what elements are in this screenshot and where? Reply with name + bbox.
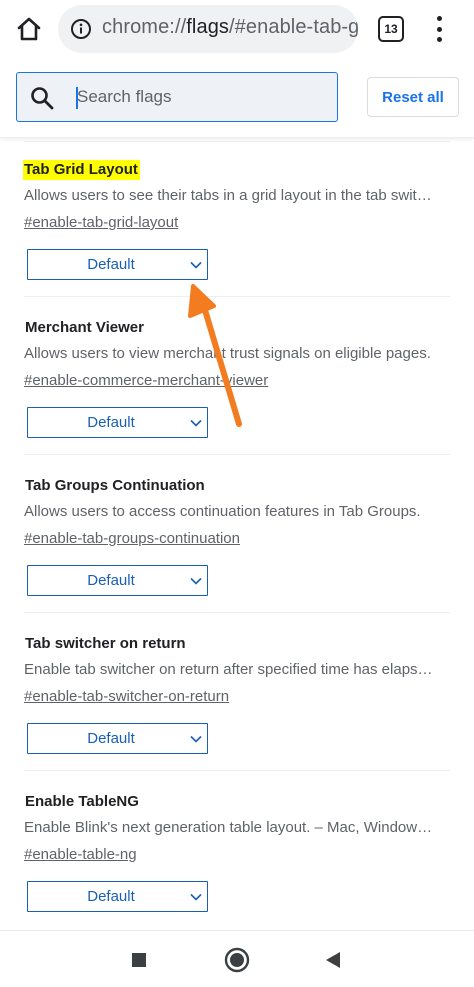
chevron-down-icon [190, 893, 202, 901]
flag-description: Allows users to see their tabs in a grid… [24, 187, 436, 204]
recents-square-icon [132, 953, 146, 967]
home-circle-icon [224, 947, 250, 973]
select-value: Default [87, 572, 135, 589]
flag-state-select[interactable]: Default [27, 249, 208, 280]
flag-title: Tab Grid Layout [23, 160, 140, 180]
flag-description: Allows users to view merchant trust sign… [24, 345, 431, 362]
chevron-down-icon [190, 577, 202, 585]
search-box[interactable] [16, 72, 338, 122]
back-nav-button[interactable] [318, 945, 348, 975]
url-path: /#enable-tab-g [229, 16, 358, 38]
flag-title: Tab switcher on return [25, 635, 186, 652]
flag-permalink[interactable]: #enable-table-ng [24, 846, 137, 863]
menu-dot-icon [436, 16, 442, 21]
flag-enable-tableng: Enable TableNG Enable Blink's next gener… [0, 771, 474, 929]
select-value: Default [87, 730, 135, 747]
chevron-down-icon [190, 419, 202, 427]
menu-dot-icon [436, 26, 442, 32]
flag-state-select[interactable]: Default [27, 565, 208, 596]
flag-description: Allows users to access continuation feat… [24, 503, 421, 520]
flag-title: Tab Groups Continuation [25, 477, 205, 494]
flag-title: Merchant Viewer [25, 319, 144, 336]
select-value: Default [87, 414, 135, 431]
flag-tab-switcher-on-return: Tab switcher on return Enable tab switch… [0, 613, 474, 771]
flag-title: Enable TableNG [25, 793, 139, 810]
flag-state-select[interactable]: Default [27, 407, 208, 438]
search-icon [31, 87, 54, 110]
flags-search-header: Reset all [0, 58, 474, 138]
recents-button[interactable] [124, 945, 154, 975]
flag-tab-groups-continuation: Tab Groups Continuation Allows users to … [0, 455, 474, 613]
chevron-down-icon [190, 261, 202, 269]
search-input[interactable] [77, 73, 327, 121]
back-triangle-icon [326, 952, 340, 968]
select-value: Default [87, 256, 135, 273]
flag-state-select[interactable]: Default [27, 881, 208, 912]
flag-description: Enable Blink's next generation table lay… [24, 819, 436, 836]
menu-dot-icon [436, 37, 442, 42]
flag-permalink[interactable]: #enable-tab-groups-continuation [24, 530, 240, 547]
tab-count: 13 [384, 22, 398, 36]
flag-description: Enable tab switcher on return after spec… [24, 661, 436, 678]
url-text: chrome://flags/#enable-tab-g [102, 16, 358, 39]
flag-state-select[interactable]: Default [27, 723, 208, 754]
flag-permalink[interactable]: #enable-tab-switcher-on-return [24, 688, 229, 705]
browser-toolbar: chrome://flags/#enable-tab-g 13 [0, 0, 474, 58]
chevron-down-icon [190, 735, 202, 743]
system-nav-bar [0, 930, 474, 987]
flag-merchant-viewer: Merchant Viewer Allows users to view mer… [0, 297, 474, 455]
home-nav-button[interactable] [222, 945, 252, 975]
reset-all-button[interactable]: Reset all [367, 77, 459, 117]
select-value: Default [87, 888, 135, 905]
info-icon[interactable] [70, 18, 92, 40]
url-host: flags [186, 16, 230, 38]
flag-permalink[interactable]: #enable-commerce-merchant-viewer [24, 372, 268, 389]
flag-tab-grid-layout: Tab Grid Layout Allows users to see thei… [0, 139, 474, 297]
url-scheme: chrome:// [102, 16, 187, 38]
omnibox[interactable]: chrome://flags/#enable-tab-g [58, 5, 358, 53]
overflow-menu-button[interactable] [427, 14, 451, 44]
home-button[interactable] [12, 12, 46, 46]
tab-switcher-button[interactable]: 13 [378, 16, 404, 42]
flag-permalink[interactable]: #enable-tab-grid-layout [24, 214, 178, 231]
home-icon [17, 17, 41, 41]
